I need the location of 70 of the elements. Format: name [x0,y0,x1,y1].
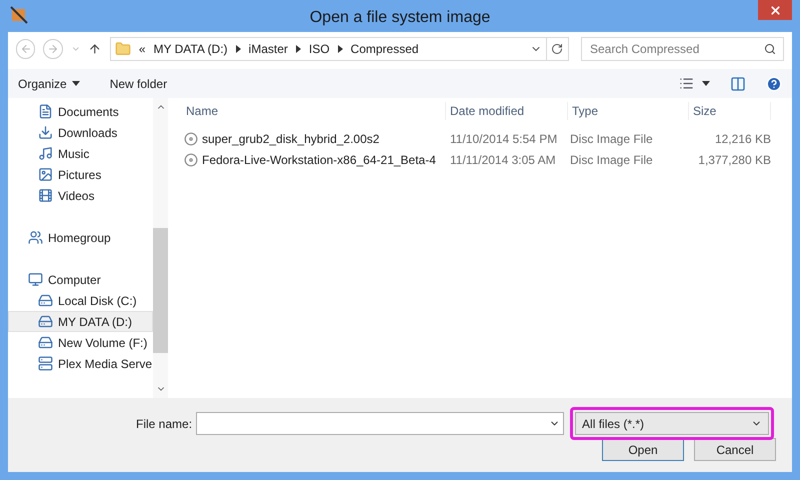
file-name-label: File name: [136,416,192,432]
sidebar-item[interactable]: New Volume (F:) [8,332,154,353]
cancel-button[interactable]: Cancel [694,438,776,461]
sidebar-item[interactable]: Downloads [8,122,154,143]
dropdown-arrow-icon [72,81,80,86]
picture-icon [38,167,53,182]
server-icon [38,356,53,371]
sidebar-item[interactable]: Documents [8,101,154,122]
sidebar-item[interactable]: Plex Media Serve [8,353,154,374]
file-name[interactable]: Fedora-Live-Workstation-x86_64-21_Beta-4 [202,150,436,168]
view-dropdown-icon[interactable] [702,81,710,86]
date-cell-text: 11/11/2014 3:05 AM [450,152,557,168]
view-options-icon[interactable] [679,76,694,91]
window-title: Open a file system image [310,8,490,28]
overflow-chevron[interactable]: « [138,40,146,58]
refresh-icon [551,43,564,55]
scrollbar[interactable] [153,98,168,398]
back-arrow-icon [20,43,32,55]
separator-icon [236,45,241,53]
sidebar-item[interactable]: Homegroup [8,227,154,248]
column-header[interactable]: Date modified [448,102,568,120]
preview-pane-icon[interactable] [730,76,746,92]
column-header[interactable]: Type [570,102,689,120]
monitor-icon [28,272,43,287]
breadcrumb[interactable]: Compressed [350,40,419,58]
organize-menu[interactable]: Organize [18,74,80,92]
column-header[interactable]: Size [691,102,771,120]
up-icon[interactable] [88,42,102,56]
sidebar-item[interactable]: Music [8,143,154,164]
sidebar-item[interactable]: MY DATA (D:) [8,311,154,332]
breadcrumb[interactable]: ISO [308,40,330,58]
search-icon [764,43,776,55]
new-folder-button[interactable]: New folder [110,74,168,92]
search-field[interactable]: Search Compressed [581,37,784,61]
size-cell-text: 1,377,280 KB [697,152,771,168]
open-button[interactable]: Open [602,438,684,461]
sidebar-item[interactable]: Computer [8,269,154,290]
help-icon[interactable] [766,76,782,92]
date-cell-text: 11/10/2014 5:54 PM [450,130,558,148]
close-icon [768,4,782,16]
document-icon [38,104,53,119]
drive-icon [38,335,53,350]
sidebar-item[interactable]: Local Disk (C:) [8,290,154,311]
folder-icon [114,41,131,57]
download-icon [38,125,53,140]
separator-icon [296,45,301,53]
drive-icon [38,314,53,329]
close-button[interactable] [758,0,792,20]
sidebar-item[interactable]: Pictures [8,164,154,185]
file-type-dropdown[interactable]: All files (*.*) [575,412,770,435]
app-icon [10,6,28,24]
column-header[interactable]: Name [184,102,446,120]
type-cell-text: Disc Image File [570,130,654,148]
disc-image-icon [184,132,198,146]
music-note-icon [38,146,53,161]
size-cell-text: 12,216 KB [714,130,771,148]
separator-icon [338,45,343,53]
forward-arrow-icon [47,43,60,55]
breadcrumb[interactable]: iMaster [248,40,288,58]
file-name[interactable]: super_grub2_disk_hybrid_2.00s2 [202,130,380,148]
drive-icon [38,293,53,308]
disc-image-icon [184,152,198,166]
sidebar-item[interactable]: Videos [8,185,154,206]
film-icon [38,188,53,203]
breadcrumb[interactable]: MY DATA (D:) [154,40,228,58]
type-cell-text: Disc Image File [570,152,654,168]
people-icon [28,230,43,245]
file-name-field[interactable] [196,412,564,435]
refresh-button[interactable] [546,37,569,61]
address-bar[interactable]: « MY DATA (D:) iMaster ISO Compressed [110,37,547,61]
